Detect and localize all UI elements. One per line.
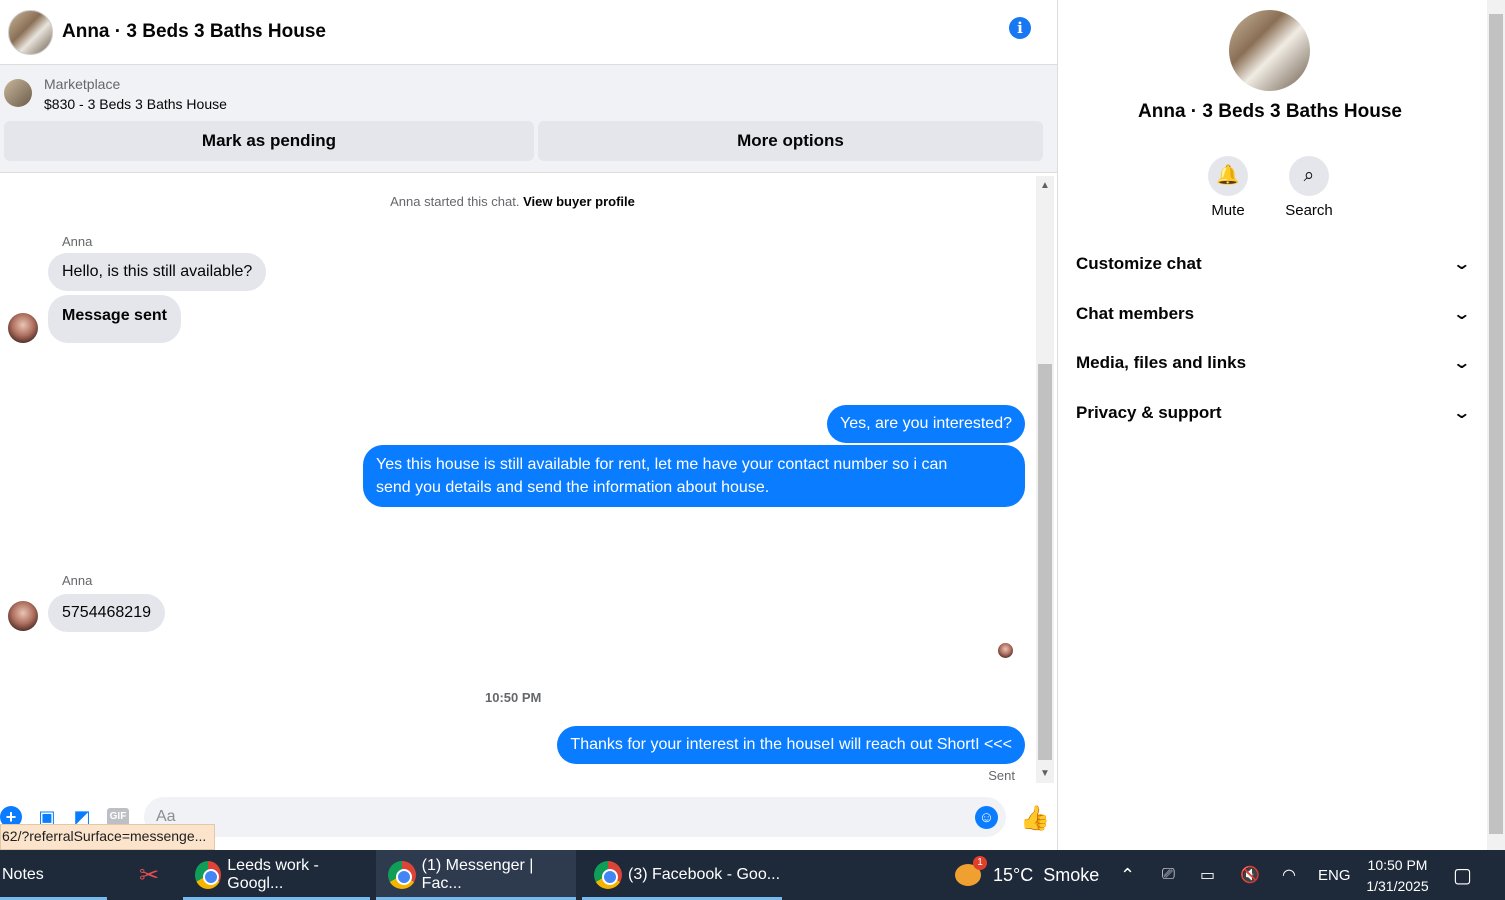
temperature: 15°C xyxy=(993,864,1034,885)
weather-badge: 1 xyxy=(973,856,987,870)
notes-label: Notes xyxy=(2,866,44,883)
mute-label: Mute xyxy=(1211,202,1245,219)
listing-thumbnail[interactable] xyxy=(4,79,32,107)
meet-now-icon[interactable]: ⎚ xyxy=(1162,850,1175,900)
chevron-down-icon: ⌄ xyxy=(1451,306,1471,323)
profile-avatar[interactable] xyxy=(1229,10,1310,91)
battery-icon[interactable]: ▭ xyxy=(1200,850,1215,900)
message-status: Sent xyxy=(988,768,1015,783)
info-icon[interactable]: i xyxy=(1009,17,1031,39)
section-label: Customize chat xyxy=(1076,254,1202,273)
section-label: Chat members xyxy=(1076,304,1195,323)
link-url-tooltip: 62/?referralSurface=messenge... xyxy=(0,824,216,850)
chat-avatar[interactable] xyxy=(8,9,53,55)
emoji-icon[interactable]: ☺ xyxy=(975,806,998,829)
profile-title: Anna · 3 Beds 3 Baths House xyxy=(1138,101,1402,122)
sender-name: Anna xyxy=(62,573,93,588)
incoming-message[interactable]: Hello, is this still available? xyxy=(48,253,267,291)
chat-started-notice: Anna started this chat. View buyer profi… xyxy=(0,194,1025,209)
outgoing-message[interactable]: Thanks for your interest in the houseI w… xyxy=(557,726,1025,764)
chat-started-text: Anna started this chat. xyxy=(390,194,520,209)
search-button[interactable]: ⌕ Search xyxy=(1269,156,1349,219)
bell-icon[interactable]: 🔔 xyxy=(1208,156,1248,196)
scroll-thumb[interactable] xyxy=(1038,364,1052,760)
page-scrollbar[interactable] xyxy=(1487,0,1505,850)
privacy-support-section[interactable]: Privacy & support ⌄ xyxy=(1076,393,1471,433)
search-icon[interactable]: ⌕ xyxy=(1289,156,1329,196)
messenger-app: Anna · 3 Beds 3 Baths House i Marketplac… xyxy=(0,0,1505,850)
mute-button[interactable]: 🔔 Mute xyxy=(1188,156,1268,219)
avatar[interactable] xyxy=(8,313,38,343)
timestamp: 10:50 PM xyxy=(485,690,542,705)
outgoing-message[interactable]: Yes this house is still available for re… xyxy=(363,445,1025,507)
weather-widget[interactable]: 1 15°C Smoke xyxy=(955,850,1099,900)
search-label: Search xyxy=(1285,202,1333,219)
language-indicator[interactable]: ENG xyxy=(1318,850,1351,900)
message-list: Anna started this chat. View buyer profi… xyxy=(0,174,1035,786)
taskbar-label: (3) Facebook - Goo... xyxy=(628,866,781,883)
chrome-icon xyxy=(195,861,222,889)
clock-date: 1/31/2025 xyxy=(1366,878,1429,894)
marketplace-label: Marketplace xyxy=(44,76,121,92)
weather-condition: Smoke xyxy=(1043,864,1100,885)
chat-panel: Anna · 3 Beds 3 Baths House i Marketplac… xyxy=(0,0,1058,850)
taskbar-leeds-work[interactable]: Leeds work - Googl... xyxy=(183,850,370,900)
chevron-down-icon: ⌄ xyxy=(1451,256,1471,273)
incoming-message[interactable]: 5754468219 xyxy=(48,594,165,632)
message-input[interactable] xyxy=(144,797,1006,837)
show-hidden-icons-icon[interactable]: ⌃ xyxy=(1120,850,1135,900)
chat-info-panel: Anna · 3 Beds 3 Baths House 🔔 Mute ⌕ Sea… xyxy=(1058,0,1486,850)
taskbar-label: (1) Messenger | Fac... xyxy=(421,857,534,892)
taskbar-notes[interactable]: Notes xyxy=(0,850,107,900)
message-scrollbar[interactable]: ▲ ▼ xyxy=(1036,176,1054,783)
weather-icon: 1 xyxy=(955,856,987,886)
marketplace-banner: Marketplace $830 - 3 Beds 3 Baths House … xyxy=(0,65,1057,173)
view-buyer-profile-link[interactable]: View buyer profile xyxy=(523,194,635,209)
section-label: Media, files and links xyxy=(1076,353,1247,372)
taskbar-app-icon[interactable]: ✂ xyxy=(127,850,177,900)
chrome-icon xyxy=(594,861,622,889)
scroll-up-arrow-icon[interactable]: ▲ xyxy=(1040,180,1050,191)
volume-muted-icon[interactable]: 🔇 xyxy=(1240,850,1260,900)
taskbar-label: Leeds work - Googl... xyxy=(227,857,319,892)
avatar[interactable] xyxy=(8,601,38,631)
chat-title[interactable]: Anna · 3 Beds 3 Baths House xyxy=(62,21,326,43)
chat-members-section[interactable]: Chat members ⌄ xyxy=(1076,294,1471,334)
chrome-icon xyxy=(388,861,416,889)
seen-indicator-avatar xyxy=(998,643,1013,658)
incoming-message[interactable]: Message sent xyxy=(48,295,181,343)
sender-name: Anna xyxy=(62,234,93,249)
chevron-down-icon: ⌄ xyxy=(1451,405,1471,422)
chevron-down-icon: ⌄ xyxy=(1451,355,1471,372)
thumbs-up-icon[interactable]: 👍 xyxy=(1020,804,1050,833)
page-scroll-thumb[interactable] xyxy=(1489,14,1503,834)
taskbar-messenger[interactable]: (1) Messenger | Fac... xyxy=(376,850,576,900)
snipping-tool-icon: ✂ xyxy=(139,861,160,889)
listing-title[interactable]: $830 - 3 Beds 3 Baths House xyxy=(44,96,227,112)
customize-chat-section[interactable]: Customize chat ⌄ xyxy=(1076,244,1471,284)
mark-as-pending-button[interactable]: Mark as pending xyxy=(4,121,534,161)
wifi-icon[interactable]: ◠ xyxy=(1282,850,1296,900)
scroll-down-arrow-icon[interactable]: ▼ xyxy=(1040,768,1050,779)
media-files-links-section[interactable]: Media, files and links ⌄ xyxy=(1076,343,1471,383)
notification-center-icon[interactable]: ▢ xyxy=(1453,850,1472,900)
section-label: Privacy & support xyxy=(1076,403,1222,422)
chat-header: Anna · 3 Beds 3 Baths House i xyxy=(0,0,1057,65)
more-options-button[interactable]: More options xyxy=(538,121,1043,161)
outgoing-message[interactable]: Yes, are you interested? xyxy=(827,405,1025,443)
clock-time: 10:50 PM xyxy=(1367,857,1428,873)
taskbar-facebook[interactable]: (3) Facebook - Goo... xyxy=(582,850,782,900)
system-clock[interactable]: 10:50 PM 1/31/2025 xyxy=(1355,855,1440,897)
taskbar: Notes ✂ Leeds work - Googl... (1) Messen… xyxy=(0,850,1505,900)
